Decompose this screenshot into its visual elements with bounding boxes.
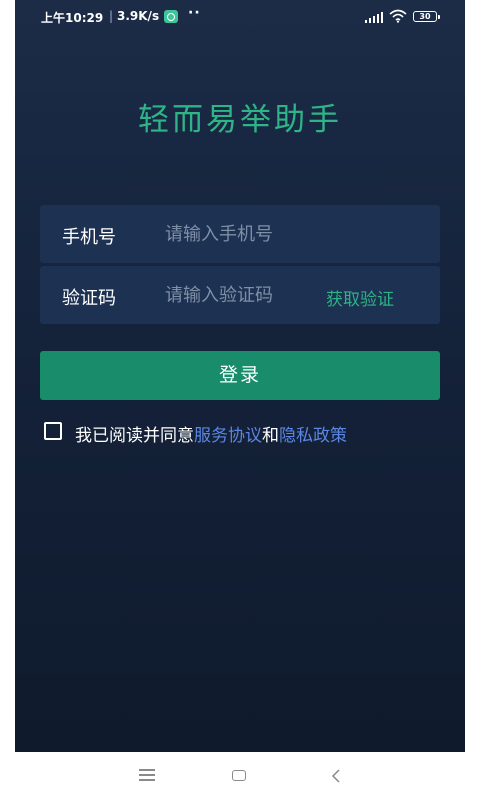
menu-icon[interactable] bbox=[139, 769, 155, 781]
service-agreement-link[interactable]: 服务协议 bbox=[194, 426, 262, 446]
get-code-button[interactable]: 获取验证 bbox=[326, 285, 394, 310]
status-bar: 上午10:29 | 3.9K/s ·· 30 bbox=[15, 0, 465, 34]
status-time: 上午10:29 bbox=[41, 11, 104, 25]
privacy-policy-link[interactable]: 隐私政策 bbox=[279, 426, 347, 446]
phone-row: 手机号 bbox=[40, 205, 440, 263]
home-icon[interactable] bbox=[232, 770, 246, 781]
agreement-conjunction: 和 bbox=[262, 426, 279, 446]
signal-icon bbox=[365, 12, 383, 23]
login-screen: 上午10:29 | 3.9K/s ·· 30 轻而易举助手 手机号 验证码 获取… bbox=[15, 0, 465, 752]
status-separator: | bbox=[109, 9, 114, 23]
login-form: 手机号 验证码 获取验证 bbox=[40, 205, 440, 327]
agreement-row: 我已阅读并同意服务协议和隐私政策 bbox=[44, 421, 444, 446]
more-notifications-icon: ·· bbox=[188, 5, 201, 21]
login-button[interactable]: 登录 bbox=[40, 351, 440, 400]
agreement-checkbox[interactable] bbox=[44, 422, 62, 440]
battery-icon: 30 bbox=[413, 11, 440, 22]
phone-label: 手机号 bbox=[62, 227, 116, 248]
back-icon[interactable] bbox=[330, 769, 342, 783]
app-title: 轻而易举助手 bbox=[138, 102, 342, 138]
code-label: 验证码 bbox=[62, 288, 116, 309]
status-net-speed: 3.9K/s bbox=[117, 9, 160, 23]
phone-input[interactable] bbox=[165, 219, 420, 249]
agreement-prefix: 我已阅读并同意 bbox=[75, 426, 194, 446]
verification-code-input[interactable] bbox=[165, 280, 297, 310]
code-row: 验证码 获取验证 bbox=[40, 266, 440, 324]
shield-app-icon bbox=[164, 10, 178, 23]
agreement-text: 我已阅读并同意服务协议和隐私政策 bbox=[75, 421, 347, 446]
wifi-icon bbox=[389, 9, 407, 23]
